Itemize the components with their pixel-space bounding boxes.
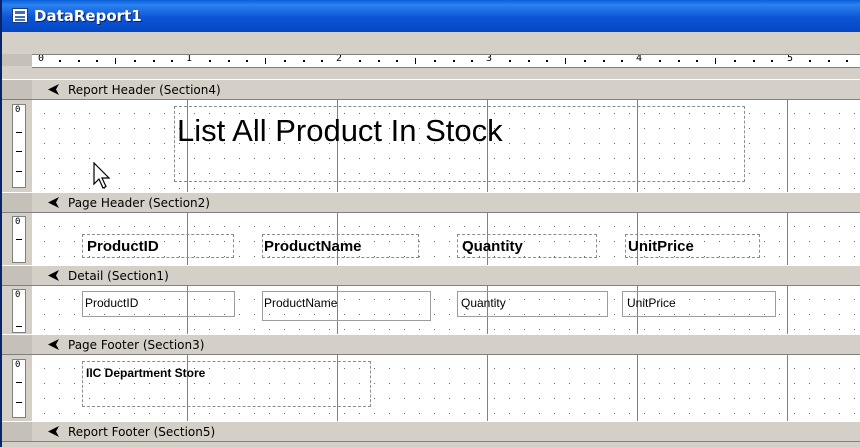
ruler-area: [2, 32, 860, 54]
vertical-ruler: 0: [12, 359, 26, 418]
ruler-dot: [621, 60, 624, 62]
section-arrow-icon: [48, 339, 59, 350]
ruler-dot: [583, 60, 586, 62]
ruler-dot: [283, 60, 286, 62]
ruler-dot: [808, 60, 811, 62]
report-header-canvas[interactable]: List All Product In Stock: [32, 100, 860, 192]
section-label: Detail (Section1): [68, 269, 169, 283]
ruler-dot: [527, 60, 530, 62]
report-window-icon: [12, 8, 28, 23]
field-productid[interactable]: ProductID: [82, 291, 235, 317]
section-label: Page Footer (Section3): [68, 338, 205, 352]
ruler-dot: [452, 60, 455, 62]
section-arrow-icon: [48, 270, 59, 281]
ruler-tick: [115, 58, 116, 64]
ruler-dot: [358, 60, 361, 62]
ruler-dot: [771, 60, 774, 62]
ruler-dot: [696, 60, 699, 62]
ruler-number: 1: [186, 54, 193, 64]
ruler-tick: [565, 58, 566, 64]
ruler-dot: [471, 60, 474, 62]
field-unitprice[interactable]: UnitPrice: [622, 291, 776, 317]
report-designer-window: DataReport1 0 1 2 3 4 5 Report Header (S…: [0, 0, 860, 447]
section-arrow-icon: [48, 84, 59, 95]
section-arrow-icon: [48, 197, 59, 208]
ruler-dot: [96, 60, 99, 62]
title-bar[interactable]: DataReport1: [2, 0, 860, 32]
caption-quantity[interactable]: Quantity: [457, 234, 597, 258]
field-productname[interactable]: ProductName: [262, 291, 431, 321]
store-name-label[interactable]: IIC Department Store: [82, 361, 371, 407]
ruler-dot: [508, 60, 511, 62]
ruler-dot: [433, 60, 436, 62]
window-title: DataReport1: [34, 7, 142, 25]
ruler-dot: [171, 60, 174, 62]
ruler-corner: [2, 54, 32, 66]
ruler-dot: [846, 60, 849, 62]
ruler-dot: [377, 60, 380, 62]
caption-productname[interactable]: ProductName: [262, 234, 419, 258]
ruler-number: 4: [636, 54, 643, 64]
vertical-ruler: 0: [12, 289, 26, 333]
ruler-number: 2: [336, 54, 343, 64]
section-bar-detail[interactable]: Detail (Section1): [2, 265, 860, 286]
ruler-number: 0: [38, 54, 45, 64]
ruler-dot: [152, 60, 155, 62]
section-bar-page-footer[interactable]: Page Footer (Section3): [2, 334, 860, 355]
ruler-dot: [58, 60, 61, 62]
caption-productid[interactable]: ProductID: [82, 234, 234, 258]
ruler-dot: [658, 60, 661, 62]
ruler-dot: [321, 60, 324, 62]
section-arrow-icon: [48, 426, 59, 437]
ruler-dot: [77, 60, 80, 62]
ruler-dot: [677, 60, 680, 62]
section-bar-report-header[interactable]: Report Header (Section4): [2, 79, 860, 100]
caption-unitprice[interactable]: UnitPrice: [625, 234, 760, 258]
report-title-label[interactable]: List All Product In Stock: [174, 106, 745, 182]
ruler-dot: [752, 60, 755, 62]
ruler-dot: [546, 60, 549, 62]
detail-canvas[interactable]: ProductID ProductName Quantity UnitPrice: [32, 286, 860, 334]
ruler-dot: [208, 60, 211, 62]
ruler-dot: [246, 60, 249, 62]
ruler-dot: [227, 60, 230, 62]
section-bar-report-footer[interactable]: Report Footer (Section5): [2, 421, 860, 442]
field-quantity[interactable]: Quantity: [457, 291, 608, 317]
page-header-canvas[interactable]: ProductID ProductName Quantity UnitPrice: [32, 213, 860, 265]
ruler-dot: [602, 60, 605, 62]
section-label: Report Header (Section4): [68, 83, 221, 97]
vertical-ruler: 0: [12, 216, 26, 263]
ruler-number: 5: [787, 54, 794, 64]
ruler-tick: [265, 58, 266, 64]
horizontal-ruler: 0 1 2 3 4 5: [32, 54, 860, 68]
ruler-dot: [302, 60, 305, 62]
ruler-dot: [733, 60, 736, 62]
ruler-tick: [715, 58, 716, 64]
mouse-pointer-icon: [93, 162, 111, 189]
ruler-dot: [133, 60, 136, 62]
vertical-ruler: 0: [12, 104, 26, 188]
section-label: Report Footer (Section5): [68, 425, 216, 439]
section-label: Page Header (Section2): [68, 196, 210, 210]
section-bar-page-header[interactable]: Page Header (Section2): [2, 192, 860, 213]
ruler-dot: [827, 60, 830, 62]
ruler-tick: [415, 58, 416, 64]
ruler-dot: [396, 60, 399, 62]
page-footer-canvas[interactable]: IIC Department Store: [32, 355, 860, 421]
ruler-number: 3: [486, 54, 493, 64]
